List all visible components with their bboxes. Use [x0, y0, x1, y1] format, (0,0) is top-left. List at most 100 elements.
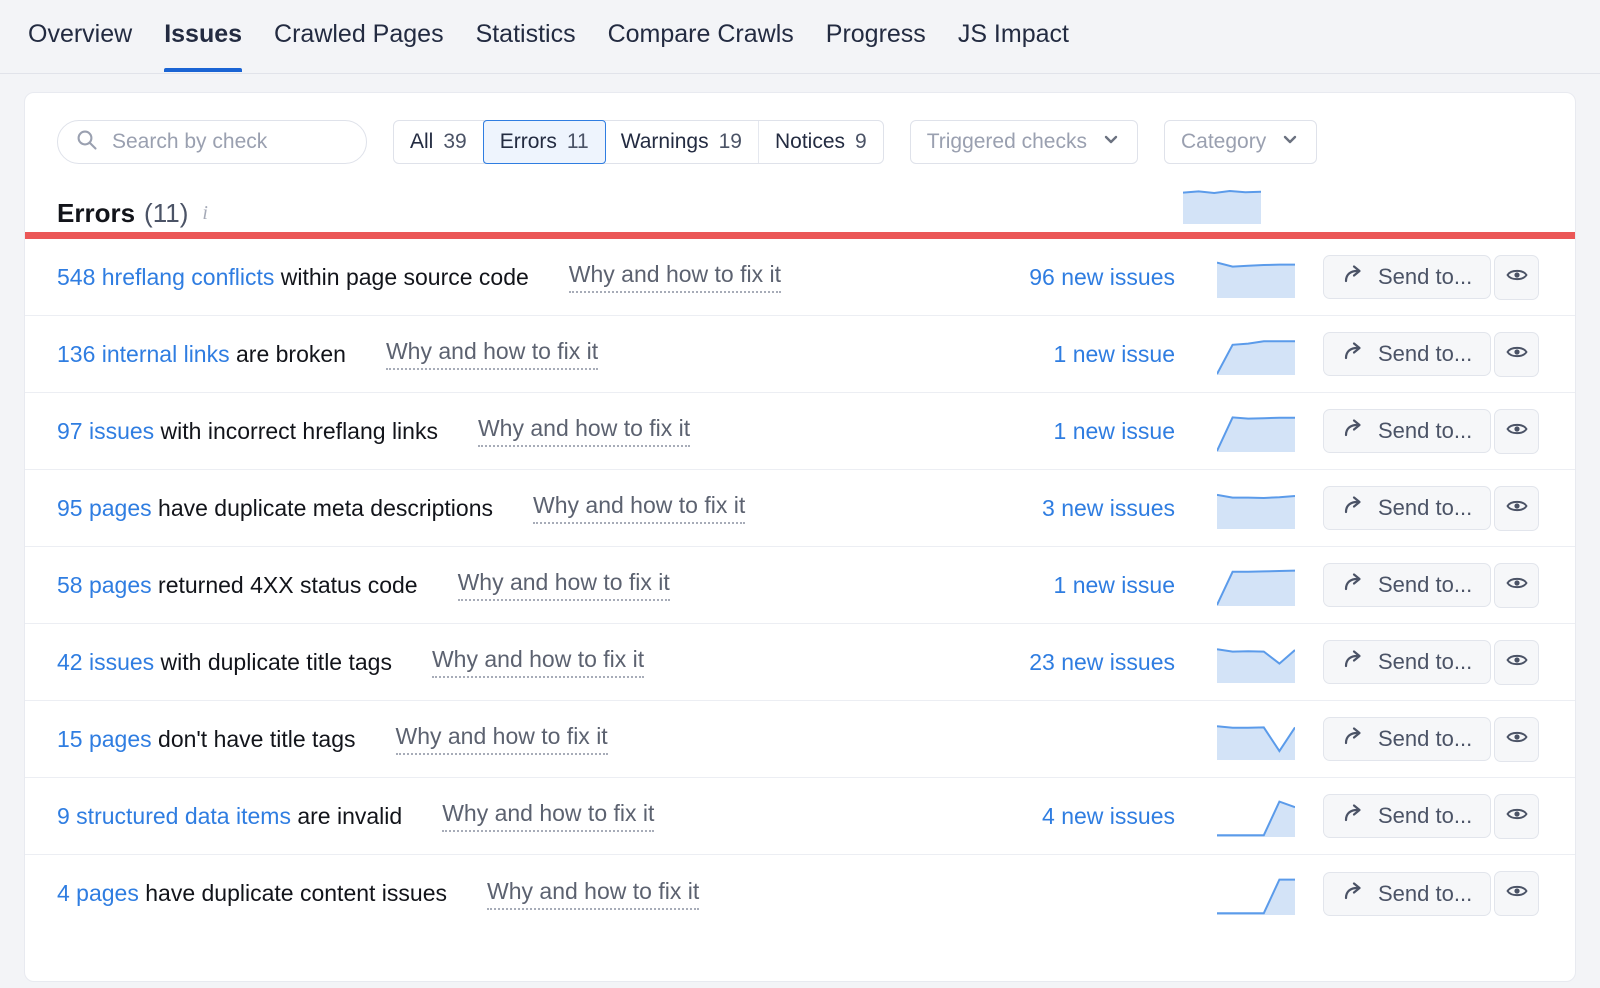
eye-icon: [1505, 571, 1529, 600]
why-and-how-to-fix-it-link[interactable]: Why and how to fix it: [568, 261, 781, 293]
search-box[interactable]: [57, 120, 367, 164]
issue-description-text: are invalid: [290, 802, 403, 829]
filter-errors[interactable]: Errors 11: [482, 120, 606, 164]
send-to-button[interactable]: Send to...: [1323, 486, 1492, 530]
toggle-visibility-button[interactable]: [1494, 871, 1539, 916]
triggered-checks-dropdown[interactable]: Triggered checks: [909, 120, 1138, 164]
errors-section-header: Errors (11) i: [25, 164, 1575, 232]
new-issues-link[interactable]: 96 new issues: [785, 264, 1175, 291]
filter-all[interactable]: All 39: [394, 121, 484, 163]
send-to-button[interactable]: Send to...: [1323, 255, 1492, 299]
new-issues-link[interactable]: 3 new issues: [785, 495, 1175, 522]
tab-label: JS Impact: [957, 20, 1069, 48]
why-and-how-to-fix-it-link[interactable]: Why and how to fix it: [457, 569, 670, 601]
toggle-visibility-button[interactable]: [1494, 331, 1539, 377]
why-and-how-to-fix-it-link[interactable]: Why and how to fix it: [487, 878, 700, 910]
why-and-how-to-fix-it-link[interactable]: Why and how to fix it: [385, 338, 599, 370]
share-arrow-icon: [1342, 647, 1366, 677]
issues-list: 548 hreflang conflicts within page sourc…: [25, 239, 1575, 932]
errors-count: (11): [144, 197, 189, 228]
filter-notices[interactable]: Notices 9: [759, 121, 883, 163]
new-issues-link[interactable]: 1 new issue: [785, 418, 1175, 445]
send-to-button[interactable]: Send to...: [1323, 409, 1492, 453]
send-to-label: Send to...: [1378, 264, 1473, 289]
tab-statistics[interactable]: Statistics: [460, 18, 592, 72]
category-dropdown[interactable]: Category: [1163, 120, 1318, 164]
tab-progress[interactable]: Progress: [810, 18, 942, 72]
send-to-button[interactable]: Send to...: [1323, 640, 1492, 684]
send-to-button[interactable]: Send to...: [1323, 332, 1492, 376]
category-label: Category: [1180, 130, 1267, 153]
send-to-label: Send to...: [1378, 341, 1473, 366]
new-issues-link[interactable]: 1 new issue: [785, 572, 1175, 599]
send-to-label: Send to...: [1378, 649, 1473, 674]
toggle-visibility-button[interactable]: [1494, 562, 1539, 608]
filter-count: 9: [855, 130, 867, 153]
issue-trend-sparkline: [1217, 564, 1297, 606]
why-and-how-to-fix-it-link[interactable]: Why and how to fix it: [431, 646, 645, 678]
table-row: 136 internal links are broken Why and how…: [25, 316, 1575, 393]
info-icon[interactable]: i: [202, 202, 208, 225]
send-to-button[interactable]: Send to...: [1323, 794, 1492, 838]
eye-icon: [1505, 494, 1529, 523]
table-row: 9 structured data items are invalid Why a…: [25, 778, 1575, 855]
tab-issues[interactable]: Issues: [148, 18, 258, 72]
issue-description: 95 pages have duplicate meta description…: [57, 495, 493, 522]
new-issues-link[interactable]: 1 new issue: [785, 341, 1175, 368]
send-to-label: Send to...: [1378, 418, 1473, 443]
send-to-label: Send to...: [1378, 495, 1473, 520]
eye-icon: [1505, 263, 1529, 292]
main-tab-bar: Overview Issues Crawled Pages Statistics Com…: [0, 0, 1600, 74]
issue-count-link[interactable]: 4 pages: [57, 880, 139, 906]
new-issues-link[interactable]: 4 new issues: [785, 803, 1175, 830]
why-and-how-to-fix-it-link[interactable]: Why and how to fix it: [477, 415, 691, 447]
issue-description-text: within page source code: [274, 263, 529, 290]
tab-crawled-pages[interactable]: Crawled Pages: [258, 18, 460, 72]
why-and-how-to-fix-it-link[interactable]: Why and how to fix it: [533, 492, 746, 524]
toggle-visibility-button[interactable]: [1494, 793, 1539, 839]
search-input[interactable]: [110, 129, 352, 155]
triggered-checks-label: Triggered checks: [926, 130, 1087, 153]
eye-icon: [1505, 725, 1529, 754]
eye-icon: [1505, 417, 1529, 446]
issue-trend-sparkline: [1217, 641, 1297, 683]
why-and-how-to-fix-it-link[interactable]: Why and how to fix it: [395, 723, 608, 755]
send-to-button[interactable]: Send to...: [1323, 563, 1492, 607]
issue-count-link[interactable]: 95 pages: [57, 495, 152, 521]
share-arrow-icon: [1342, 416, 1366, 446]
issue-count-link[interactable]: 548 hreflang conflicts: [57, 264, 274, 290]
filter-count: 11: [566, 130, 589, 153]
toggle-visibility-button[interactable]: [1494, 408, 1539, 454]
issue-count-link[interactable]: 9 structured data items: [57, 803, 291, 829]
toggle-visibility-button[interactable]: [1494, 716, 1539, 762]
filter-warnings[interactable]: Warnings 19: [605, 121, 759, 163]
severity-bar-errors: [25, 232, 1575, 239]
share-arrow-icon: [1342, 879, 1366, 909]
chevron-down-icon: [1280, 129, 1300, 155]
new-issues-link[interactable]: 23 new issues: [785, 649, 1175, 676]
issue-description: 9 structured data items are invalid: [57, 803, 402, 830]
eye-icon: [1505, 340, 1529, 369]
why-and-how-to-fix-it-link[interactable]: Why and how to fix it: [442, 800, 655, 832]
tab-overview[interactable]: Overview: [28, 18, 148, 72]
send-to-button[interactable]: Send to...: [1323, 717, 1492, 761]
table-row: 42 issues with duplicate title tags Why a…: [25, 624, 1575, 701]
issue-count-link[interactable]: 136 internal links: [57, 341, 230, 367]
issue-count-link[interactable]: 15 pages: [57, 726, 152, 752]
toggle-visibility-button[interactable]: [1494, 485, 1539, 531]
tab-compare-crawls[interactable]: Compare Crawls: [592, 18, 810, 72]
issue-count-link[interactable]: 42 issues: [57, 649, 154, 675]
filter-label: Warnings: [620, 130, 709, 153]
toggle-visibility-button[interactable]: [1494, 639, 1539, 685]
table-row: 15 pages don't have title tags Why and ho…: [25, 701, 1575, 778]
share-arrow-icon: [1342, 262, 1366, 292]
table-row: 95 pages have duplicate meta description…: [25, 470, 1575, 547]
tab-js-impact[interactable]: JS Impact: [942, 18, 1085, 72]
issue-count-link[interactable]: 97 issues: [57, 418, 154, 444]
issue-trend-sparkline: [1217, 410, 1297, 452]
issue-count-link[interactable]: 58 pages: [57, 572, 152, 598]
tab-label: Compare Crawls: [607, 20, 794, 48]
issue-description-text: are broken: [229, 340, 346, 367]
toggle-visibility-button[interactable]: [1494, 254, 1539, 300]
send-to-button[interactable]: Send to...: [1323, 871, 1492, 916]
